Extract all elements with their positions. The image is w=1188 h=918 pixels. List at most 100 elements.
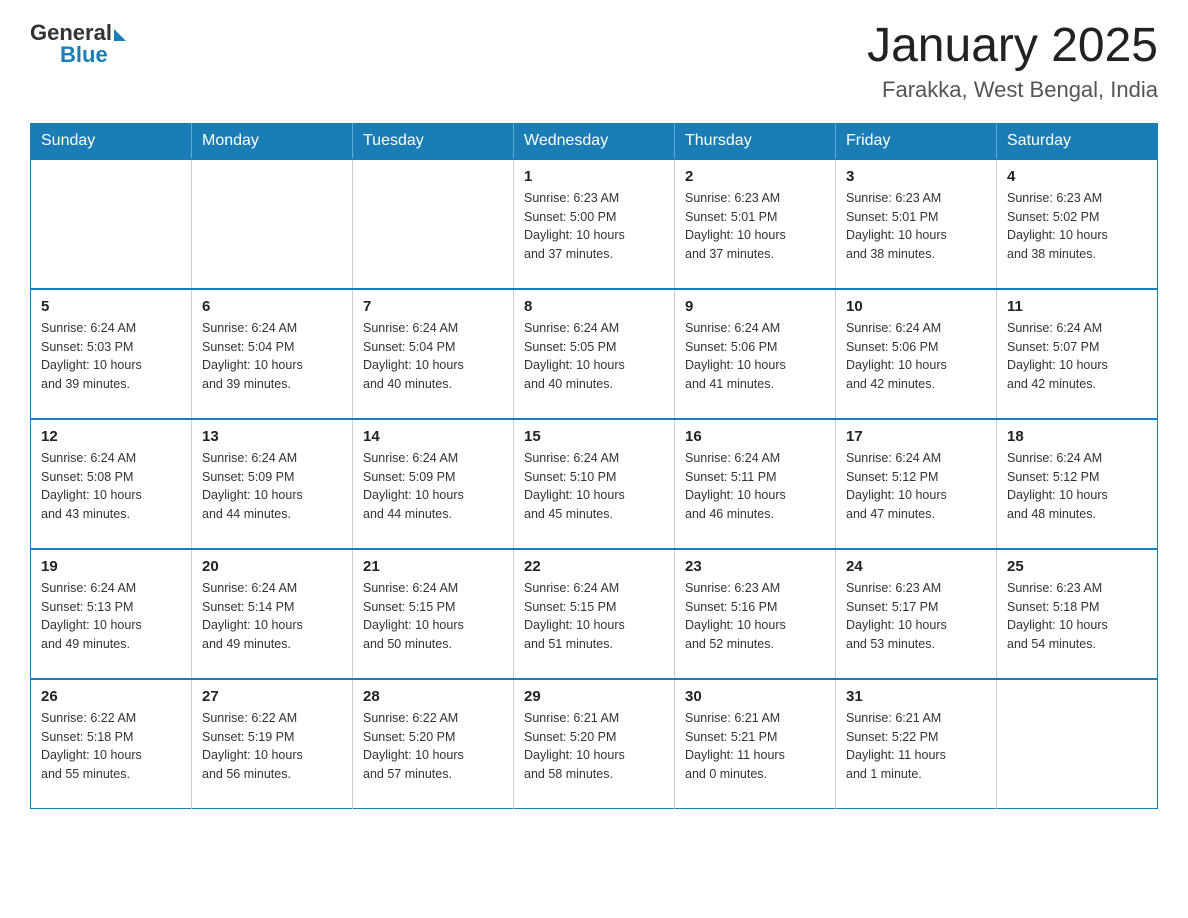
calendar-week-1: 1 Sunrise: 6:23 AM Sunset: 5:00 PM Daylig…: [31, 159, 1158, 289]
day-number: 30: [685, 688, 825, 705]
day-info: Sunrise: 6:23 AM Sunset: 5:01 PM Dayligh…: [685, 189, 825, 264]
calendar-cell: 7Sunrise: 6:24 AM Sunset: 5:04 PM Daylig…: [353, 289, 514, 419]
day-info: Sunrise: 6:22 AM Sunset: 5:19 PM Dayligh…: [202, 709, 342, 784]
calendar-cell: 14 Sunrise: 6:24 AM Sunset: 5:09 PM Dayli…: [353, 419, 514, 549]
calendar-cell: 21 Sunrise: 6:24 AM Sunset: 5:15 PM Dayli…: [353, 549, 514, 679]
day-info: Sunrise: 6:24 AM Sunset: 5:11 PM Dayligh…: [685, 449, 825, 524]
day-number: 27: [202, 688, 342, 705]
logo: General Blue: [30, 20, 126, 68]
day-number: 12: [41, 428, 181, 445]
page-header: General Blue January 2025 Farakka, West …: [30, 20, 1158, 103]
day-info: Sunrise: 6:24 AM Sunset: 5:14 PM Dayligh…: [202, 579, 342, 654]
calendar-cell: 1 Sunrise: 6:23 AM Sunset: 5:00 PM Daylig…: [514, 159, 675, 289]
day-info: Sunrise: 6:24 AM Sunset: 5:06 PM Dayligh…: [846, 319, 986, 394]
calendar-week-4: 19Sunrise: 6:24 AM Sunset: 5:13 PM Dayli…: [31, 549, 1158, 679]
day-number: 21: [363, 558, 503, 575]
calendar-cell: 11 Sunrise: 6:24 AM Sunset: 5:07 PM Dayli…: [997, 289, 1158, 419]
day-info: Sunrise: 6:21 AM Sunset: 5:22 PM Dayligh…: [846, 709, 986, 784]
day-number: 11: [1007, 298, 1147, 315]
day-number: 25: [1007, 558, 1147, 575]
day-info: Sunrise: 6:24 AM Sunset: 5:10 PM Dayligh…: [524, 449, 664, 524]
calendar-week-5: 26Sunrise: 6:22 AM Sunset: 5:18 PM Dayli…: [31, 679, 1158, 809]
month-title: January 2025: [867, 20, 1158, 73]
day-of-week-sunday: Sunday: [31, 123, 192, 159]
day-info: Sunrise: 6:23 AM Sunset: 5:02 PM Dayligh…: [1007, 189, 1147, 264]
calendar-cell: 2 Sunrise: 6:23 AM Sunset: 5:01 PM Daylig…: [675, 159, 836, 289]
calendar-cell: 10 Sunrise: 6:24 AM Sunset: 5:06 PM Dayli…: [836, 289, 997, 419]
calendar-body: 1 Sunrise: 6:23 AM Sunset: 5:00 PM Daylig…: [31, 159, 1158, 809]
day-number: 4: [1007, 168, 1147, 185]
day-number: 23: [685, 558, 825, 575]
calendar-cell: 17 Sunrise: 6:24 AM Sunset: 5:12 PM Dayli…: [836, 419, 997, 549]
day-info: Sunrise: 6:23 AM Sunset: 5:18 PM Dayligh…: [1007, 579, 1147, 654]
day-info: Sunrise: 6:24 AM Sunset: 5:07 PM Dayligh…: [1007, 319, 1147, 394]
calendar-cell: 29 Sunrise: 6:21 AM Sunset: 5:20 PM Dayli…: [514, 679, 675, 809]
title-section: January 2025 Farakka, West Bengal, India: [867, 20, 1158, 103]
calendar-cell: 13Sunrise: 6:24 AM Sunset: 5:09 PM Dayli…: [192, 419, 353, 549]
day-number: 29: [524, 688, 664, 705]
day-number: 9: [685, 298, 825, 315]
day-info: Sunrise: 6:24 AM Sunset: 5:05 PM Dayligh…: [524, 319, 664, 394]
calendar-cell: 8 Sunrise: 6:24 AM Sunset: 5:05 PM Daylig…: [514, 289, 675, 419]
day-number: 20: [202, 558, 342, 575]
day-of-week-saturday: Saturday: [997, 123, 1158, 159]
day-number: 19: [41, 558, 181, 575]
day-info: Sunrise: 6:24 AM Sunset: 5:08 PM Dayligh…: [41, 449, 181, 524]
day-info: Sunrise: 6:22 AM Sunset: 5:20 PM Dayligh…: [363, 709, 503, 784]
day-number: 2: [685, 168, 825, 185]
day-of-week-wednesday: Wednesday: [514, 123, 675, 159]
calendar-header: SundayMondayTuesdayWednesdayThursdayFrid…: [31, 123, 1158, 159]
day-number: 16: [685, 428, 825, 445]
day-info: Sunrise: 6:22 AM Sunset: 5:18 PM Dayligh…: [41, 709, 181, 784]
day-of-week-tuesday: Tuesday: [353, 123, 514, 159]
day-of-week-thursday: Thursday: [675, 123, 836, 159]
calendar-cell: [192, 159, 353, 289]
day-number: 14: [363, 428, 503, 445]
calendar-cell: 9 Sunrise: 6:24 AM Sunset: 5:06 PM Daylig…: [675, 289, 836, 419]
calendar-cell: 28 Sunrise: 6:22 AM Sunset: 5:20 PM Dayli…: [353, 679, 514, 809]
day-info: Sunrise: 6:24 AM Sunset: 5:15 PM Dayligh…: [363, 579, 503, 654]
day-info: Sunrise: 6:21 AM Sunset: 5:20 PM Dayligh…: [524, 709, 664, 784]
day-info: Sunrise: 6:23 AM Sunset: 5:17 PM Dayligh…: [846, 579, 986, 654]
day-number: 28: [363, 688, 503, 705]
calendar-cell: 31Sunrise: 6:21 AM Sunset: 5:22 PM Dayli…: [836, 679, 997, 809]
day-number: 24: [846, 558, 986, 575]
day-number: 7: [363, 298, 503, 315]
calendar-cell: 15 Sunrise: 6:24 AM Sunset: 5:10 PM Dayli…: [514, 419, 675, 549]
logo-blue-text: Blue: [60, 42, 108, 68]
calendar-cell: 26Sunrise: 6:22 AM Sunset: 5:18 PM Dayli…: [31, 679, 192, 809]
day-info: Sunrise: 6:24 AM Sunset: 5:03 PM Dayligh…: [41, 319, 181, 394]
calendar-cell: 20 Sunrise: 6:24 AM Sunset: 5:14 PM Dayli…: [192, 549, 353, 679]
day-info: Sunrise: 6:24 AM Sunset: 5:12 PM Dayligh…: [846, 449, 986, 524]
day-info: Sunrise: 6:23 AM Sunset: 5:00 PM Dayligh…: [524, 189, 664, 264]
day-number: 8: [524, 298, 664, 315]
day-number: 18: [1007, 428, 1147, 445]
calendar-cell: 23 Sunrise: 6:23 AM Sunset: 5:16 PM Dayli…: [675, 549, 836, 679]
calendar-cell: 27 Sunrise: 6:22 AM Sunset: 5:19 PM Dayli…: [192, 679, 353, 809]
calendar-cell: 25 Sunrise: 6:23 AM Sunset: 5:18 PM Dayli…: [997, 549, 1158, 679]
day-number: 15: [524, 428, 664, 445]
day-info: Sunrise: 6:23 AM Sunset: 5:16 PM Dayligh…: [685, 579, 825, 654]
day-number: 1: [524, 168, 664, 185]
day-number: 17: [846, 428, 986, 445]
day-of-week-monday: Monday: [192, 123, 353, 159]
calendar-cell: 24 Sunrise: 6:23 AM Sunset: 5:17 PM Dayli…: [836, 549, 997, 679]
day-info: Sunrise: 6:23 AM Sunset: 5:01 PM Dayligh…: [846, 189, 986, 264]
calendar-cell: 30 Sunrise: 6:21 AM Sunset: 5:21 PM Dayli…: [675, 679, 836, 809]
calendar-cell: 22Sunrise: 6:24 AM Sunset: 5:15 PM Dayli…: [514, 549, 675, 679]
calendar-cell: 6Sunrise: 6:24 AM Sunset: 5:04 PM Daylig…: [192, 289, 353, 419]
location-text: Farakka, West Bengal, India: [867, 77, 1158, 103]
logo-arrow-icon: [114, 29, 126, 41]
calendar-cell: 5 Sunrise: 6:24 AM Sunset: 5:03 PM Daylig…: [31, 289, 192, 419]
day-info: Sunrise: 6:24 AM Sunset: 5:04 PM Dayligh…: [202, 319, 342, 394]
day-info: Sunrise: 6:21 AM Sunset: 5:21 PM Dayligh…: [685, 709, 825, 784]
calendar-cell: [31, 159, 192, 289]
day-number: 5: [41, 298, 181, 315]
day-info: Sunrise: 6:24 AM Sunset: 5:09 PM Dayligh…: [363, 449, 503, 524]
calendar-cell: 18Sunrise: 6:24 AM Sunset: 5:12 PM Dayli…: [997, 419, 1158, 549]
day-info: Sunrise: 6:24 AM Sunset: 5:06 PM Dayligh…: [685, 319, 825, 394]
day-info: Sunrise: 6:24 AM Sunset: 5:09 PM Dayligh…: [202, 449, 342, 524]
day-number: 10: [846, 298, 986, 315]
calendar-week-3: 12 Sunrise: 6:24 AM Sunset: 5:08 PM Dayli…: [31, 419, 1158, 549]
day-info: Sunrise: 6:24 AM Sunset: 5:15 PM Dayligh…: [524, 579, 664, 654]
